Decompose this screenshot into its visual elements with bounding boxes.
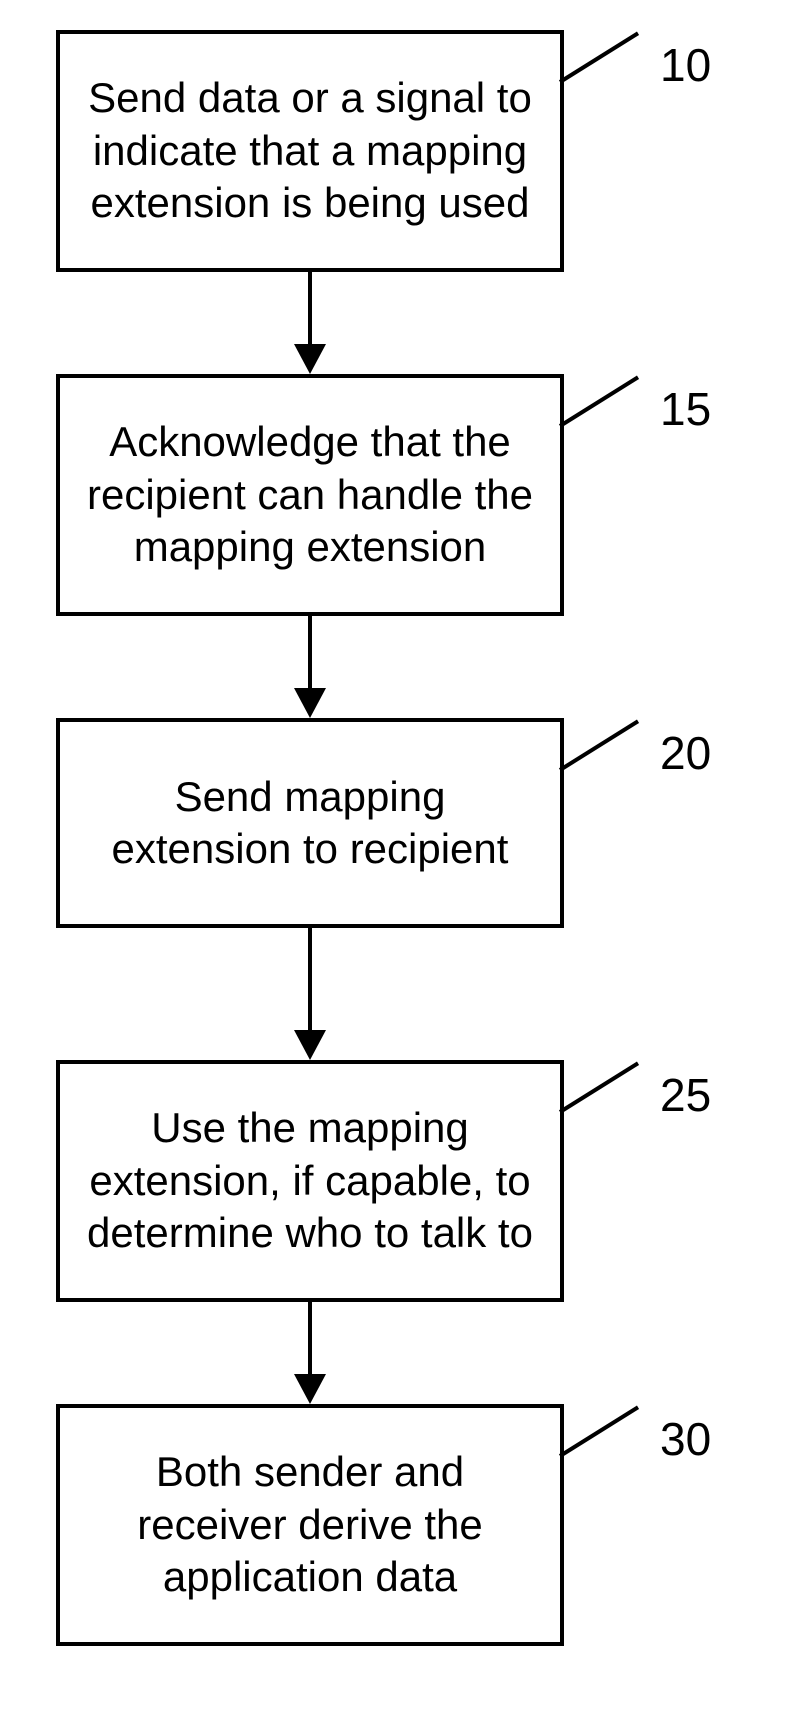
step-25-box: Use the mapping extension, if capable, t… [56, 1060, 564, 1302]
leader-10 [559, 32, 639, 84]
arrow-25-30-shaft [308, 1302, 312, 1374]
step-20-label: 20 [660, 730, 711, 776]
step-15-text: Acknowledge that the recipient can handl… [84, 416, 536, 574]
step-30-box: Both sender and receiver derive the appl… [56, 1404, 564, 1646]
step-20-box: Send mapping extension to recipient [56, 718, 564, 928]
step-30-label: 30 [660, 1416, 711, 1462]
step-10-text: Send data or a signal to indicate that a… [84, 72, 536, 230]
arrow-25-30-head [294, 1374, 326, 1404]
flowchart: Send data or a signal to indicate that a… [0, 0, 788, 1712]
leader-25 [559, 1062, 639, 1114]
step-25-label: 25 [660, 1072, 711, 1118]
step-15-box: Acknowledge that the recipient can handl… [56, 374, 564, 616]
arrow-20-25-shaft [308, 928, 312, 1030]
leader-15 [559, 376, 639, 428]
leader-30 [559, 1406, 639, 1458]
arrow-15-20-shaft [308, 616, 312, 688]
arrow-10-15-shaft [308, 272, 312, 344]
step-15-label: 15 [660, 386, 711, 432]
arrow-10-15-head [294, 344, 326, 374]
leader-20 [559, 720, 639, 772]
arrow-20-25-head [294, 1030, 326, 1060]
step-30-text: Both sender and receiver derive the appl… [84, 1446, 536, 1604]
step-10-box: Send data or a signal to indicate that a… [56, 30, 564, 272]
step-10-label: 10 [660, 42, 711, 88]
step-25-text: Use the mapping extension, if capable, t… [84, 1102, 536, 1260]
arrow-15-20-head [294, 688, 326, 718]
step-20-text: Send mapping extension to recipient [84, 771, 536, 876]
